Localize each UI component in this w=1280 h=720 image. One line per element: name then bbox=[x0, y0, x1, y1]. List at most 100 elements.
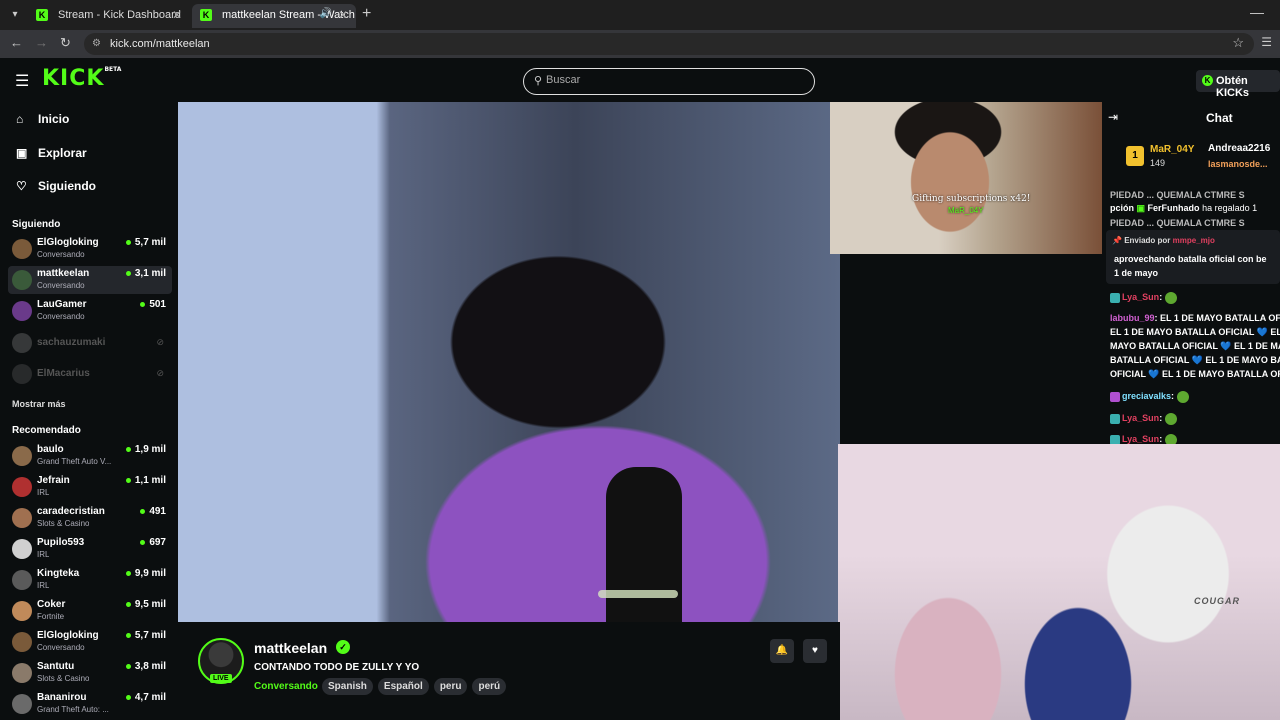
channel-category: Fortnite bbox=[37, 612, 65, 621]
compass-icon: ▣ bbox=[16, 146, 28, 160]
new-tab-button[interactable]: + bbox=[362, 5, 371, 23]
browser-tab-dashboard[interactable]: K Stream - Kick Dashboard ✕ bbox=[28, 4, 190, 28]
following-channel[interactable]: LauGamer Conversando 501 bbox=[8, 297, 172, 325]
chat-username[interactable]: greciavalks bbox=[1122, 391, 1171, 401]
chat-username[interactable]: Lya_Sun bbox=[1122, 434, 1159, 444]
tag-chip[interactable]: Español bbox=[377, 678, 429, 695]
get-kicks-button[interactable]: K Obtén KICKs bbox=[1196, 70, 1280, 99]
recommended-channel[interactable]: Coker Fortnite 9,5 mil bbox=[8, 597, 172, 625]
avatar bbox=[12, 239, 32, 259]
channel-category: Grand Theft Auto: ... bbox=[37, 705, 109, 714]
emote-icon bbox=[1164, 433, 1177, 444]
close-tab-icon[interactable]: ✕ bbox=[338, 8, 348, 22]
bookmark-star-icon[interactable]: ☆ bbox=[1232, 35, 1244, 51]
channel-name: Jefrain bbox=[37, 475, 70, 486]
chat-text: EL 1 DE MAYO BATALLA OFI bbox=[1160, 313, 1280, 323]
hamburger-menu-icon[interactable]: ☰ bbox=[15, 71, 29, 91]
recommended-channel[interactable]: ElGlogloking Conversando 5,7 mil bbox=[8, 628, 172, 656]
tag-chip[interactable]: perú bbox=[472, 678, 507, 695]
browser-address-bar: ← → ↻ ⚙ kick.com/mattkeelan ☆ ☰ bbox=[0, 30, 1280, 58]
reload-icon[interactable]: ↻ bbox=[60, 35, 71, 51]
gift-username[interactable]: FerFunhado bbox=[1148, 203, 1200, 213]
viewer-count: 9,9 mil bbox=[126, 568, 166, 579]
chat-header: ⇥ Chat bbox=[1102, 102, 1280, 132]
tag-chip[interactable]: Spanish bbox=[322, 678, 373, 695]
minimize-window-button[interactable]: — bbox=[1250, 4, 1264, 20]
recommended-channel[interactable]: Bananirou Grand Theft Auto: ... 4,7 mil bbox=[8, 690, 172, 718]
chat-banner: PIEDAD ... QUEMALA CTMRE S bbox=[1110, 190, 1245, 200]
following-channel[interactable]: ElGlogloking Conversando 5,7 mil bbox=[8, 235, 172, 263]
viewer-count: 5,7 mil bbox=[126, 237, 166, 248]
channel-name: Santutu bbox=[37, 661, 75, 672]
kick-logo[interactable]: KICKBETA bbox=[42, 66, 121, 91]
recommended-channel[interactable]: Santutu Slots & Casino 3,8 mil bbox=[8, 659, 172, 687]
url-field[interactable]: ⚙ kick.com/mattkeelan bbox=[84, 33, 1254, 55]
pinned-message[interactable]: 📌 Enviado por mmpe_mjo aprovechando bata… bbox=[1106, 230, 1280, 284]
recommended-channel[interactable]: Jefrain IRL 1,1 mil bbox=[8, 473, 172, 501]
site-info-icon[interactable]: ⚙ bbox=[92, 38, 101, 49]
video-player[interactable] bbox=[178, 102, 840, 622]
following-channel-active[interactable]: mattkeelan Conversando 3,1 mil bbox=[8, 266, 172, 294]
pinned-by-user[interactable]: mmpe_mjo bbox=[1173, 236, 1215, 245]
recommended-channel[interactable]: baulo Grand Theft Auto V... 1,9 mil bbox=[8, 442, 172, 470]
gift-alert-user: MaR_04Y bbox=[948, 206, 984, 215]
speaker-icon[interactable]: 🔊 bbox=[320, 8, 332, 19]
back-arrow-icon[interactable]: ← bbox=[10, 35, 23, 50]
stream-title: CONTANDO TODO DE ZULLY Y YO bbox=[254, 662, 420, 673]
chat-message: greciavalks: bbox=[1110, 389, 1280, 403]
kick-favicon-icon: K bbox=[36, 9, 48, 21]
recommended-channel[interactable]: caradecristian Slots & Casino 491 bbox=[8, 504, 172, 532]
chat-username[interactable]: Lya_Sun bbox=[1122, 292, 1159, 302]
tab-title: Stream - Kick Dashboard bbox=[58, 9, 181, 21]
channel-category: Conversando bbox=[37, 250, 85, 259]
channel-name[interactable]: mattkeelan bbox=[254, 640, 327, 656]
microphone-shape bbox=[606, 467, 682, 622]
following-channel-offline[interactable]: sachauzumaki ⊘ bbox=[8, 329, 172, 357]
tag-chip[interactable]: peru bbox=[433, 678, 468, 695]
close-tab-icon[interactable]: ✕ bbox=[172, 8, 182, 22]
leader-username-2[interactable]: Andreaa2216 bbox=[1208, 143, 1270, 154]
nav-siguiendo[interactable]: ♡ Siguiendo bbox=[16, 179, 96, 193]
recommended-section-title: Recomendado bbox=[12, 425, 81, 436]
viewer-count: 3,1 mil bbox=[126, 268, 166, 279]
nav-inicio[interactable]: ⌂ Inicio bbox=[16, 112, 69, 126]
stream-category-link[interactable]: Conversando bbox=[254, 681, 318, 692]
notification-bell-button[interactable]: 🔔 bbox=[770, 639, 794, 663]
channel-name: caradecristian bbox=[37, 506, 105, 517]
site-header: ☰ KICKBETA ⚲ K Obtén KICKs bbox=[0, 58, 1280, 102]
channel-name: ElGlogloking bbox=[37, 237, 99, 248]
search-input[interactable] bbox=[546, 74, 796, 86]
chat-message-cont: BATALLA OFICIAL 💙 EL 1 DE MAYO BATALLA bbox=[1110, 355, 1280, 365]
channel-name: ElMacarius bbox=[37, 368, 90, 379]
nav-explorar[interactable]: ▣ Explorar bbox=[16, 146, 87, 160]
leader-username-3[interactable]: lasmanosde... bbox=[1208, 159, 1268, 169]
following-section-title: Siguiendo bbox=[12, 219, 61, 230]
browser-tab-stream[interactable]: K mattkeelan Stream - Watch 🔊 ✕ bbox=[192, 4, 356, 28]
leader-username[interactable]: MaR_04Y bbox=[1150, 144, 1194, 155]
emote-icon bbox=[1164, 291, 1177, 304]
avatar bbox=[12, 333, 32, 353]
sub-badge-icon bbox=[1110, 434, 1120, 444]
viewer-count: 1,1 mil bbox=[126, 475, 166, 486]
channel-name: mattkeelan bbox=[37, 268, 90, 279]
following-channel-offline[interactable]: ElMacarius ⊘ bbox=[8, 360, 172, 388]
pinned-text-line: 1 de mayo bbox=[1114, 268, 1159, 278]
recommended-channel[interactable]: Kingteka IRL 9,9 mil bbox=[8, 566, 172, 594]
chat-username[interactable]: labubu_99 bbox=[1110, 313, 1155, 323]
viewer-count: 3,8 mil bbox=[126, 661, 166, 672]
search-icon: ⚲ bbox=[534, 75, 543, 87]
show-more-link[interactable]: Mostrar más bbox=[12, 399, 66, 409]
avatar bbox=[12, 632, 32, 652]
pin-icon: 📌 bbox=[1112, 236, 1125, 245]
pinned-by-label: Enviado por bbox=[1124, 236, 1171, 245]
forward-arrow-icon[interactable]: → bbox=[35, 35, 48, 50]
chat-username[interactable]: Lya_Sun bbox=[1122, 413, 1159, 423]
recommended-channel[interactable]: Pupilo593 IRL 697 bbox=[8, 535, 172, 563]
side-panel-icon[interactable]: ☰ bbox=[1261, 35, 1272, 49]
tab-search-button[interactable]: ▾ bbox=[6, 6, 24, 24]
kick-favicon-icon: K bbox=[200, 9, 212, 21]
collapse-chat-icon[interactable]: ⇥ bbox=[1108, 110, 1118, 124]
channel-category: IRL bbox=[37, 550, 50, 559]
follow-heart-button[interactable]: ♥ bbox=[803, 639, 827, 663]
chat-message: labubu_99: EL 1 DE MAYO BATALLA OFI bbox=[1110, 311, 1280, 325]
